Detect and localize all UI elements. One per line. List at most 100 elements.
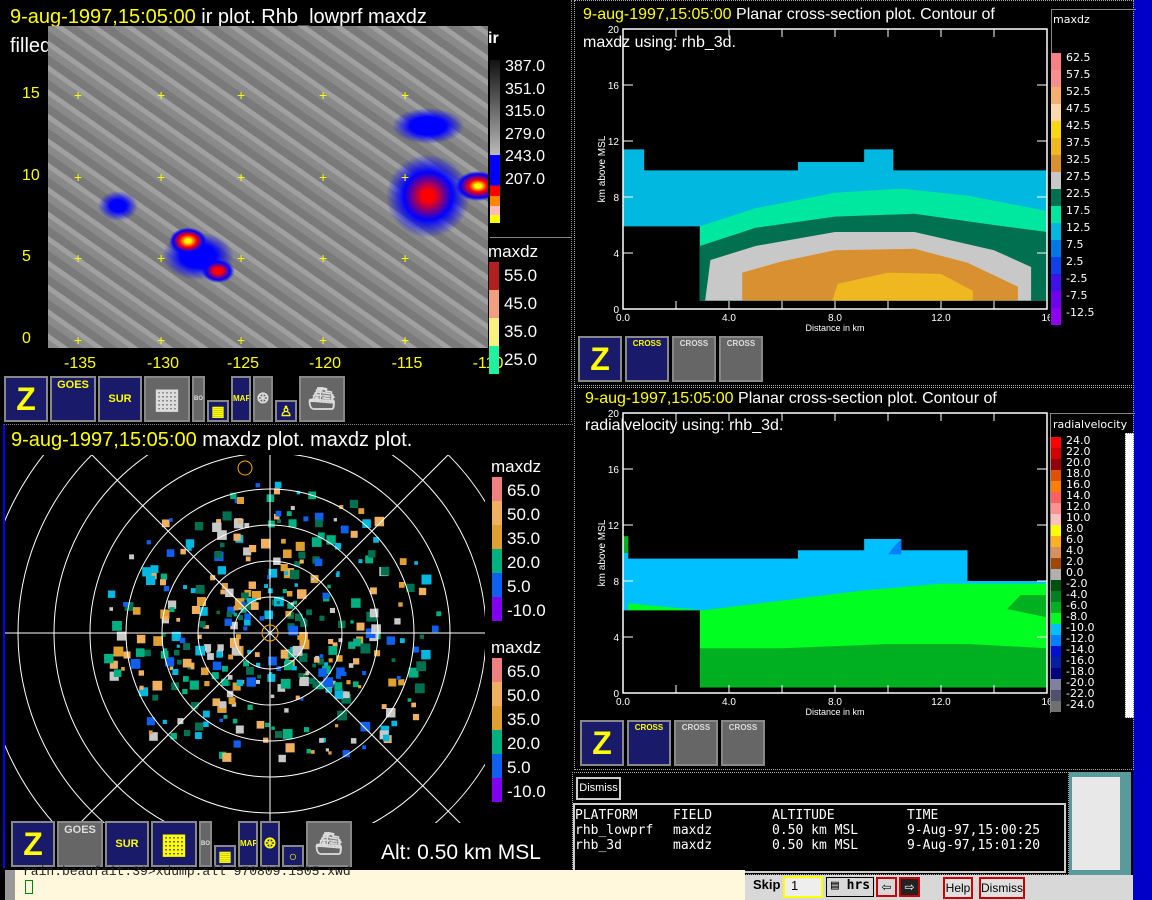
colorbar-swatch [1051, 668, 1061, 679]
cross-section-button-active[interactable]: CROSS [625, 336, 669, 382]
grid-radar-button[interactable]: ▦ [144, 376, 190, 422]
radar-echo [136, 634, 146, 644]
buoy-button[interactable]: ♙ [275, 400, 297, 422]
bounds-button[interactable]: BOUNDS [192, 376, 205, 422]
radar-echo [256, 720, 265, 729]
grid-button[interactable]: ▦ [207, 400, 229, 422]
colorbar-entry: 35.0 [492, 525, 582, 549]
map-button[interactable]: MAP [238, 821, 258, 867]
grid-cross-icon: + [74, 332, 83, 348]
skip-input[interactable]: 1 [783, 876, 823, 898]
step-back-button[interactable]: ⇦ [876, 877, 897, 897]
radialvelocity-cross-section-plot[interactable]: 0481216200.0 4.0 8.0 12.0 16Distance in kmkm… [575, 405, 1050, 720]
maxdz-cross-section-window: 9-aug-1997,15:05:00 Planar cross-section… [574, 0, 1136, 386]
ppi-radar-plot[interactable] [5, 455, 485, 823]
radar-echo [288, 625, 298, 636]
colorbar-swatch [1051, 459, 1061, 470]
table-row: rhb_lowprf maxdz 0.50 km MSL 9-Aug-97,15:00… [575, 823, 1064, 838]
zebra-z-button[interactable]: Z [11, 821, 55, 867]
grid-radar-button[interactable]: ▦ [151, 821, 197, 867]
help-button[interactable]: Help [943, 877, 973, 899]
y-tick-label: 0 [22, 330, 31, 347]
ship-button[interactable]: ⛴ [299, 376, 345, 422]
colorbar-swatch [492, 525, 502, 549]
zebra-z-button[interactable]: Z [4, 376, 48, 422]
radar-echo [183, 643, 191, 651]
colorbar-label: 32.5 [1066, 153, 1091, 166]
colorbar-label: 62.5 [1066, 51, 1091, 64]
grid-cross-icon: + [74, 250, 83, 266]
radar-echo [214, 551, 222, 559]
table-cell: 9-Aug-97,15:01:20 [907, 838, 1041, 853]
colorbar-swatch [1051, 308, 1061, 325]
colorbar-entry: 17.5 [1051, 204, 1141, 223]
colorbar-label: 47.5 [1066, 102, 1091, 115]
colorbar-swatch [1051, 240, 1061, 257]
x-tick-label: 4.0 [722, 697, 736, 708]
colorbar-label: 50.0 [507, 686, 541, 705]
goes-ir-button[interactable]: GOES [50, 376, 96, 422]
radar-echo [144, 649, 151, 657]
radar-echo [256, 679, 260, 684]
colorbar-swatch [1051, 87, 1061, 104]
units-menu[interactable]: ▤ hrs [826, 877, 874, 897]
colorbar-swatch [1051, 257, 1061, 274]
radar-echo [255, 483, 260, 488]
radar-echo [146, 540, 151, 545]
range-rings-button[interactable]: ⊛ [260, 821, 280, 867]
radar-echo [132, 607, 141, 615]
radar-echo [233, 533, 241, 541]
x-tick-label: 16 [1041, 697, 1050, 708]
bounds-button[interactable]: BOUNDS [199, 821, 212, 867]
radar-echo [311, 537, 322, 547]
zebra-z-button[interactable]: Z [578, 336, 622, 382]
cross-section-button[interactable]: CROSS [721, 720, 765, 766]
cross-section-button-active[interactable]: CROSS [627, 720, 671, 766]
colorbar-swatch [492, 754, 502, 778]
step-forward-button[interactable]: ⇨ [899, 877, 920, 897]
ship-button[interactable]: ⛴ [306, 821, 352, 867]
colorbar-swatch [492, 477, 502, 501]
radar-echo [148, 730, 153, 735]
colorbar-swatch [492, 682, 502, 706]
radar-echo [280, 564, 288, 572]
maxdz-cross-section-plot[interactable]: 0481216200.0 4.0 8.0 12.0 16Distance in kmkm… [575, 21, 1050, 336]
surveillance-sur-button[interactable]: SUR [105, 821, 149, 867]
colorbar-entry: 27.5 [1051, 170, 1141, 189]
radar-echo [163, 585, 170, 592]
colorbar-swatch [492, 730, 502, 754]
range-rings-button[interactable]: ⊛ [253, 376, 273, 422]
terminal-cursor [25, 880, 33, 894]
radar-echo [207, 653, 214, 660]
colorbar-label: 37.5 [1066, 136, 1091, 149]
radar-echo [211, 672, 219, 680]
colorbar-swatch [1051, 679, 1061, 690]
colorbar-label: -10.0 [507, 601, 546, 620]
grid-cross-icon: + [237, 332, 246, 348]
cross-section-button[interactable]: CROSS [672, 336, 716, 382]
radar-echo [216, 610, 220, 615]
dismiss-main-button[interactable]: Dismiss [979, 877, 1025, 899]
radar-echo [276, 601, 280, 605]
x-tick-label: 0.0 [616, 697, 630, 708]
radar-echo [303, 516, 309, 522]
cross-section-button[interactable]: CROSS [674, 720, 718, 766]
radar-echo [235, 725, 244, 734]
map-button[interactable]: MAP [231, 376, 251, 422]
zebra-z-button[interactable]: Z [580, 720, 624, 766]
dismiss-button[interactable]: Dismiss [576, 777, 621, 800]
radar-echo [288, 519, 297, 528]
surveillance-sur-button[interactable]: SUR [98, 376, 142, 422]
colorbar-entry: 65.0 [492, 658, 582, 682]
scrollbar[interactable] [1125, 433, 1134, 718]
ir-image[interactable] [48, 26, 488, 348]
cross-section-button[interactable]: CROSS [719, 336, 763, 382]
radar-echo [350, 738, 357, 744]
radar-echo [350, 530, 358, 538]
colorbar-label: -2.5 [1066, 272, 1088, 285]
colorbar-swatch [1051, 503, 1061, 514]
radar-echo [281, 538, 286, 544]
goes-ir-button[interactable]: GOES [57, 821, 103, 867]
terminal-window[interactable]: rain:beaufait:39>xdump.all 970809.1505.x… [5, 864, 745, 900]
colorbar-entry: 2.5 [1051, 255, 1141, 274]
